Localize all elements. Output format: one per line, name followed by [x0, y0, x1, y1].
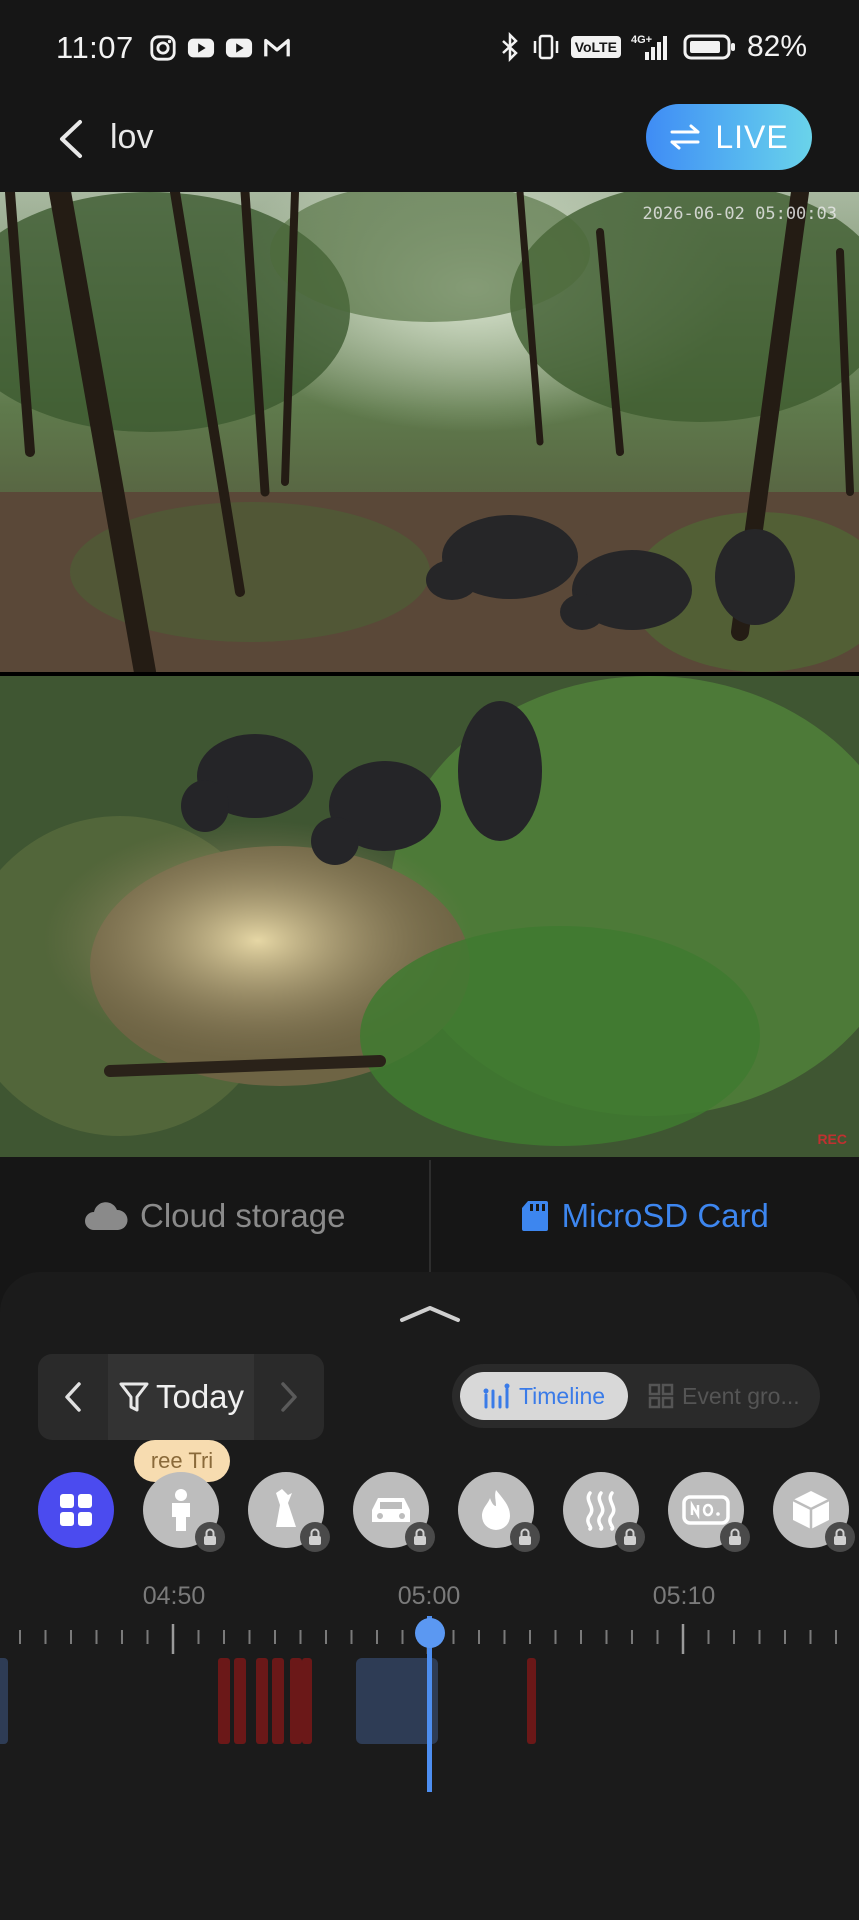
filter-heat[interactable]	[563, 1472, 645, 1552]
chevron-up-icon	[400, 1306, 460, 1322]
back-button[interactable]	[52, 114, 92, 164]
previous-day-button[interactable]	[38, 1354, 108, 1440]
status-bar: 11:07 VoLTE 4G+ 82%	[0, 0, 859, 100]
instagram-icon	[150, 35, 176, 61]
person-icon	[172, 1489, 190, 1531]
chevron-left-icon	[65, 1382, 81, 1412]
grid-icon	[60, 1494, 92, 1526]
expand-handle[interactable]	[398, 1302, 462, 1324]
time-label: 05:10	[652, 1582, 716, 1610]
volte-icon: VoLTE	[570, 36, 621, 58]
tab-microsd-label: MicroSD Card	[561, 1197, 769, 1234]
dog-icon	[276, 1489, 296, 1527]
camera-feed-top: 2026-06-02 05:00:03	[0, 192, 859, 672]
lock-icon	[405, 1522, 435, 1552]
signal-4g-icon: 4G+	[631, 34, 667, 60]
timeline-view-button[interactable]: Timeline	[460, 1372, 628, 1420]
free-trial-label: ree Tri	[150, 1448, 214, 1473]
event-marker[interactable]	[527, 1658, 536, 1744]
next-day-button[interactable]	[254, 1354, 324, 1440]
event-group-label: Event gro...	[682, 1382, 800, 1409]
lock-icon	[615, 1522, 645, 1552]
plate-icon	[682, 1495, 730, 1525]
swap-arrows-icon	[670, 124, 700, 150]
battery-icon	[683, 34, 735, 60]
event-marker[interactable]	[290, 1658, 302, 1744]
package-icon	[792, 1491, 830, 1529]
playback-panel: Today Timeline Event gro... ree Tri 04:5…	[0, 1272, 859, 1920]
forest-scene-bottom	[0, 676, 859, 1157]
forest-scene-top	[0, 192, 859, 672]
tab-cloud-label: Cloud storage	[140, 1197, 346, 1234]
date-navigator: Today	[38, 1354, 324, 1440]
time-label: 05:00	[397, 1582, 461, 1610]
view-mode-toggle: Timeline Event gro...	[452, 1364, 820, 1428]
lock-icon	[300, 1522, 330, 1552]
filter-package[interactable]	[773, 1472, 855, 1552]
flame-icon	[482, 1490, 510, 1530]
event-marker[interactable]	[218, 1658, 230, 1744]
filter-fire[interactable]	[458, 1472, 540, 1552]
storage-tabs: Cloud storage MicroSD Card	[0, 1160, 859, 1272]
event-clip[interactable]	[0, 1658, 8, 1744]
filter-icon	[119, 1382, 149, 1412]
lock-icon	[720, 1522, 750, 1552]
svg-text:4G+: 4G+	[631, 34, 652, 46]
date-filter-button[interactable]: Today	[108, 1354, 254, 1440]
bluetooth-icon	[501, 32, 518, 62]
event-marker[interactable]	[256, 1658, 268, 1744]
live-button[interactable]: LIVE	[646, 104, 812, 170]
time-label: 04:50	[142, 1582, 206, 1610]
youtube-icon	[187, 38, 215, 58]
filter-all-events[interactable]	[38, 1472, 114, 1548]
heat-waves-icon	[586, 1491, 616, 1531]
youtube-icon	[225, 38, 253, 58]
lock-icon	[510, 1522, 540, 1552]
event-filter-row	[0, 1472, 859, 1572]
chevron-right-icon	[281, 1382, 297, 1412]
lock-icon	[195, 1522, 225, 1552]
date-label: Today	[155, 1378, 245, 1415]
filter-person[interactable]	[143, 1472, 225, 1552]
grid-icon	[648, 1383, 674, 1409]
status-time: 11:07	[56, 30, 134, 65]
cloud-icon	[85, 1202, 128, 1230]
tab-microsd-card[interactable]: MicroSD Card	[430, 1160, 859, 1272]
gmail-icon	[264, 38, 290, 57]
timeline-icon	[483, 1383, 510, 1409]
app-header: lov LIVE	[0, 100, 859, 190]
event-marker[interactable]	[234, 1658, 246, 1744]
event-clip[interactable]	[356, 1658, 438, 1744]
recording-mark: REC	[817, 1131, 847, 1147]
battery-percent: 82%	[746, 30, 807, 63]
system-icons: VoLTE 4G+ 82%	[499, 30, 807, 64]
event-group-view-button[interactable]: Event gro...	[642, 1372, 812, 1420]
device-title: lov	[110, 118, 154, 156]
event-marker[interactable]	[302, 1658, 312, 1744]
live-label: LIVE	[715, 118, 789, 155]
tab-cloud-storage[interactable]: Cloud storage	[0, 1160, 430, 1272]
notification-icons	[148, 34, 292, 62]
filter-license-plate[interactable]	[668, 1472, 750, 1552]
playhead-handle[interactable]	[415, 1618, 445, 1648]
chevron-left-icon	[60, 120, 82, 158]
car-icon	[372, 1498, 410, 1522]
video-player[interactable]: 2026-06-02 05:00:03 REC	[0, 192, 859, 1157]
filter-vehicle[interactable]	[353, 1472, 435, 1552]
lock-icon	[825, 1522, 855, 1552]
filter-pet[interactable]	[248, 1472, 330, 1552]
vibrate-icon	[533, 34, 558, 60]
video-timestamp: 2026-06-02 05:00:03	[642, 204, 837, 224]
event-marker[interactable]	[272, 1658, 284, 1744]
tab-divider	[429, 1160, 431, 1272]
sd-card-icon	[521, 1201, 548, 1231]
timeline-label: Timeline	[518, 1382, 606, 1409]
camera-feed-bottom: REC	[0, 676, 859, 1157]
